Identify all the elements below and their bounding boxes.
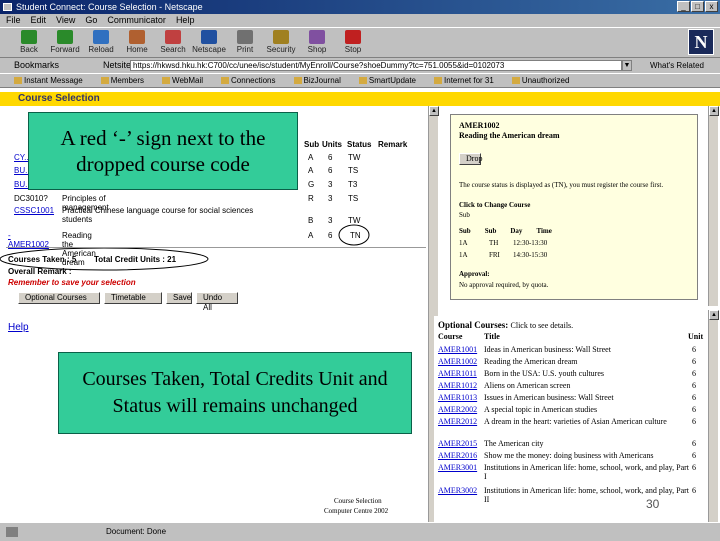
optional-heading: Optional Courses: Click to see details. <box>438 320 574 330</box>
drop-button[interactable]: Drop <box>459 153 482 165</box>
divider <box>6 247 426 248</box>
detail-course-title: Reading the American dream <box>459 131 560 140</box>
help-link[interactable]: Help <box>8 322 29 333</box>
footer-line1: Course Selection <box>334 497 382 505</box>
course-detail-panel: AMER1002 Reading the American dream Drop… <box>450 114 698 300</box>
save-reminder: Remember to save your selection <box>8 278 136 287</box>
scroll-up-icon[interactable]: ▲ <box>709 310 719 320</box>
undo-all-button[interactable]: Undo All <box>196 292 238 312</box>
change-course-link[interactable]: Click to Change Course <box>459 201 530 209</box>
approval-text: No approval required, by quota. <box>459 281 549 289</box>
status-bar: Document: Done <box>0 522 720 541</box>
col-unit: Unit <box>688 332 704 341</box>
slide-number: 30 <box>646 497 660 511</box>
optional-courses-button[interactable]: Optional Courses <box>18 292 100 304</box>
optional-scrollbar[interactable]: ▲ <box>708 310 719 522</box>
total-credit-units: Total Credit Units : 21 <box>94 255 177 264</box>
save-button[interactable]: Save <box>166 292 192 304</box>
overall-remark: Overall Remark : <box>8 267 72 276</box>
scroll-up-icon[interactable]: ▲ <box>429 106 439 116</box>
callout-unchanged: Courses Taken, Total Credits Unit and St… <box>58 352 412 434</box>
detail-course-code: AMER1002 <box>459 121 500 130</box>
footer-line2: Computer Centre 2002 <box>324 507 389 515</box>
subclass-label: Sub <box>459 211 470 219</box>
detail-scrollbar[interactable]: ▲ <box>708 106 719 306</box>
timetable-button[interactable]: Timetable <box>104 292 162 304</box>
callout-dropped-sign: A red ‘-’ sign next to the dropped cours… <box>28 112 298 190</box>
scroll-up-icon[interactable]: ▲ <box>709 106 719 116</box>
status-text: Document: Done <box>106 527 167 536</box>
action-buttons: Optional Courses Timetable Save Undo All <box>18 292 238 312</box>
status-circle <box>338 224 370 246</box>
subclass-header: Sub Sub Day Time <box>459 227 552 235</box>
courses-taken: Courses Taken : 5 <box>8 255 77 264</box>
optional-courses-panel: Optional Courses: Click to see details. … <box>434 316 706 522</box>
detail-message: The course status is displayed as (TN), … <box>459 181 664 189</box>
security-lock-icon <box>6 527 18 537</box>
approval-label: Approval: <box>459 270 490 278</box>
col-title: Title <box>484 332 500 341</box>
browser-window: Student Connect: Course Selection - Nets… <box>0 0 720 541</box>
col-course: Course <box>438 332 463 341</box>
